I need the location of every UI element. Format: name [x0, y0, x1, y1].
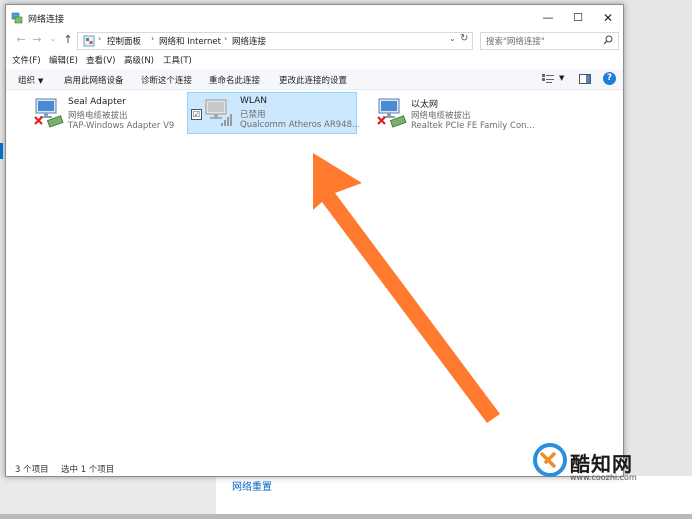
coozhi-logo-icon — [533, 443, 567, 477]
watermark: 酷知网 www.coozhi.com — [524, 430, 684, 492]
watermark-url: www.coozhi.com — [570, 473, 637, 482]
arrow-head-icon — [313, 153, 500, 423]
